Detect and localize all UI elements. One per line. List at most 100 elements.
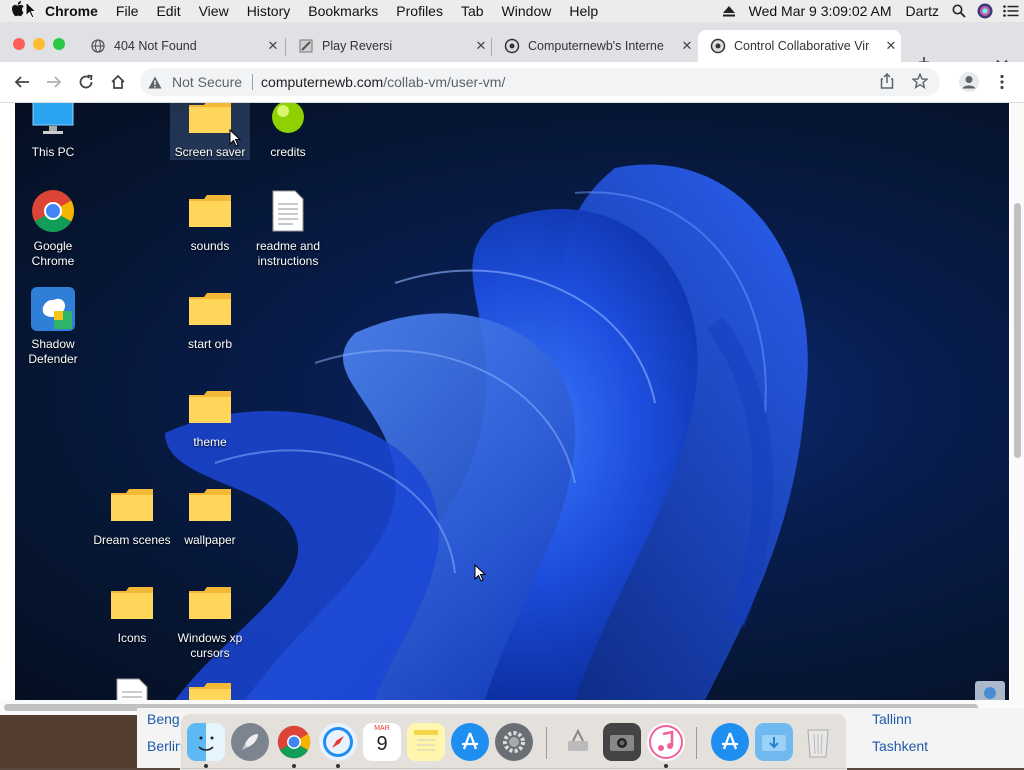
- tab-play-reversi[interactable]: Play Reversi ✕: [286, 30, 491, 62]
- desktop-icon-shadow-defender[interactable]: Shadow Defender: [15, 285, 93, 367]
- menu-file[interactable]: File: [107, 3, 148, 19]
- window-minimize-button[interactable]: [33, 38, 45, 50]
- back-arrow-icon[interactable]: [10, 70, 34, 94]
- finder-icon[interactable]: [187, 723, 225, 761]
- spotlight-search-icon[interactable]: [946, 0, 972, 22]
- utility-tool-icon[interactable]: [559, 723, 597, 761]
- launchpad-rocket-icon[interactable]: [231, 723, 269, 761]
- menu-tab[interactable]: Tab: [452, 3, 493, 19]
- menu-edit[interactable]: Edit: [147, 3, 189, 19]
- security-status-label[interactable]: Not Secure: [172, 74, 242, 90]
- downloads-folder-icon[interactable]: [755, 723, 793, 761]
- eject-icon[interactable]: [716, 0, 742, 22]
- home-icon[interactable]: [106, 70, 130, 94]
- desktop-icon-dream-scenes[interactable]: Dream scenes: [92, 481, 172, 548]
- menu-view[interactable]: View: [190, 3, 238, 19]
- itunes-music-icon[interactable]: [647, 723, 685, 761]
- address-bar[interactable]: Not Secure computernewb.com/collab-vm/us…: [140, 68, 940, 96]
- desktop-icon-sounds[interactable]: sounds: [170, 187, 250, 254]
- folder-icon: [186, 285, 234, 333]
- folder-icon: [186, 383, 234, 431]
- dock-separator: [696, 727, 697, 759]
- calendar-icon[interactable]: MAR 9: [363, 723, 401, 761]
- tab-title: Play Reversi: [322, 39, 393, 53]
- vertical-scrollbar-thumb[interactable]: [1014, 203, 1021, 458]
- globe-icon: [90, 38, 106, 54]
- mac-dock: MAR 9: [180, 713, 847, 770]
- desktop-icon-icons[interactable]: Icons: [92, 579, 172, 646]
- computernewb-favicon-icon: [504, 38, 520, 54]
- system-preferences-gear-icon[interactable]: [495, 723, 533, 761]
- tab-close-icon[interactable]: ✕: [263, 38, 283, 54]
- profile-avatar-icon[interactable]: [957, 70, 981, 94]
- browser-toolbar: Not Secure computernewb.com/collab-vm/us…: [0, 62, 1024, 103]
- desktop-icon-partial-folder[interactable]: [170, 675, 250, 700]
- google-chrome-dock-icon[interactable]: [275, 723, 313, 761]
- desktop-icon-google-chrome[interactable]: Google Chrome: [15, 187, 93, 269]
- tab-title: Computernewb's Interne: [528, 39, 664, 53]
- background-cell: Tashkent: [872, 738, 929, 754]
- menubar-user[interactable]: Dartz: [899, 3, 946, 19]
- tab-control-collaborative-vm[interactable]: Control Collaborative Vir ✕: [698, 30, 901, 62]
- tab-close-icon[interactable]: ✕: [881, 38, 901, 54]
- desktop-icon-readme[interactable]: readme and instructions: [248, 187, 328, 269]
- trash-icon[interactable]: [799, 723, 837, 761]
- recycle-bin-icon[interactable]: [973, 679, 1007, 700]
- folder-icon: [186, 579, 234, 627]
- vm-mouse-pointer-icon: [229, 128, 243, 149]
- desktop-icon-windows-xp-cursors[interactable]: Windows xp cursors: [170, 579, 250, 661]
- vm-screen[interactable]: This PC Screen saver credits Google Chro…: [15, 103, 1009, 700]
- window-close-button[interactable]: [13, 38, 25, 50]
- folder-icon: [108, 579, 156, 627]
- reload-icon[interactable]: [74, 70, 98, 94]
- image-capture-icon[interactable]: [603, 723, 641, 761]
- tab-title: 404 Not Found: [114, 39, 197, 53]
- url-path: /collab-vm/user-vm/: [383, 74, 506, 90]
- dock-separator: [546, 727, 547, 759]
- desktop-icon-start-orb[interactable]: start orb: [170, 285, 250, 352]
- warning-triangle-icon[interactable]: [148, 74, 162, 90]
- reversi-favicon-icon: [298, 38, 314, 54]
- folder-icon: [186, 481, 234, 529]
- app-store-icon[interactable]: [451, 723, 489, 761]
- desktop-icon-credits[interactable]: credits: [248, 103, 328, 160]
- menu-profiles[interactable]: Profiles: [387, 3, 452, 19]
- forward-arrow-icon[interactable]: [42, 70, 66, 94]
- tab-close-icon[interactable]: ✕: [471, 38, 491, 54]
- desktop-icon-wallpaper[interactable]: wallpaper: [170, 481, 250, 548]
- menu-history[interactable]: History: [238, 3, 300, 19]
- share-icon[interactable]: [880, 72, 894, 92]
- running-indicator: [336, 764, 340, 768]
- chrome-menu-kebab-icon[interactable]: [990, 70, 1014, 94]
- text-document-icon: [264, 187, 312, 235]
- safari-compass-icon[interactable]: [319, 723, 357, 761]
- menu-app-name[interactable]: Chrome: [36, 3, 107, 19]
- notes-icon[interactable]: [407, 723, 445, 761]
- tab-computernewb-internet[interactable]: Computernewb's Interne ✕: [492, 30, 697, 62]
- omni-divider: [252, 74, 254, 90]
- menubar-clock[interactable]: Wed Mar 9 3:09:02 AM: [742, 3, 899, 19]
- page-content: This PC Screen saver credits Google Chro…: [0, 103, 1024, 715]
- tab-close-icon[interactable]: ✕: [677, 38, 697, 54]
- window-zoom-button[interactable]: [53, 38, 65, 50]
- tab-404-not-found[interactable]: 404 Not Found ✕: [78, 30, 283, 62]
- background-cell: Beng: [147, 711, 180, 727]
- menu-help[interactable]: Help: [560, 3, 607, 19]
- desktop-icon-partial-document[interactable]: [92, 675, 172, 700]
- desktop-icon-this-pc[interactable]: This PC: [15, 103, 93, 160]
- background-cell: Berlin: [147, 738, 183, 754]
- notification-center-icon[interactable]: [998, 0, 1024, 22]
- folder-icon: [186, 675, 234, 700]
- monitor-icon: [29, 103, 77, 141]
- chrome-logo-icon: [29, 187, 77, 235]
- app-store-folder-icon[interactable]: [711, 723, 749, 761]
- siri-icon[interactable]: [972, 0, 998, 22]
- menu-window[interactable]: Window: [493, 3, 561, 19]
- bookmark-star-icon[interactable]: [911, 71, 929, 92]
- text-document-icon: [108, 675, 156, 700]
- menu-bookmarks[interactable]: Bookmarks: [299, 3, 387, 19]
- mac-menubar: Chrome File Edit View History Bookmarks …: [0, 0, 1024, 22]
- calendar-month: MAR: [374, 725, 390, 732]
- desktop-icon-theme[interactable]: theme: [170, 383, 250, 450]
- folder-icon: [186, 187, 234, 235]
